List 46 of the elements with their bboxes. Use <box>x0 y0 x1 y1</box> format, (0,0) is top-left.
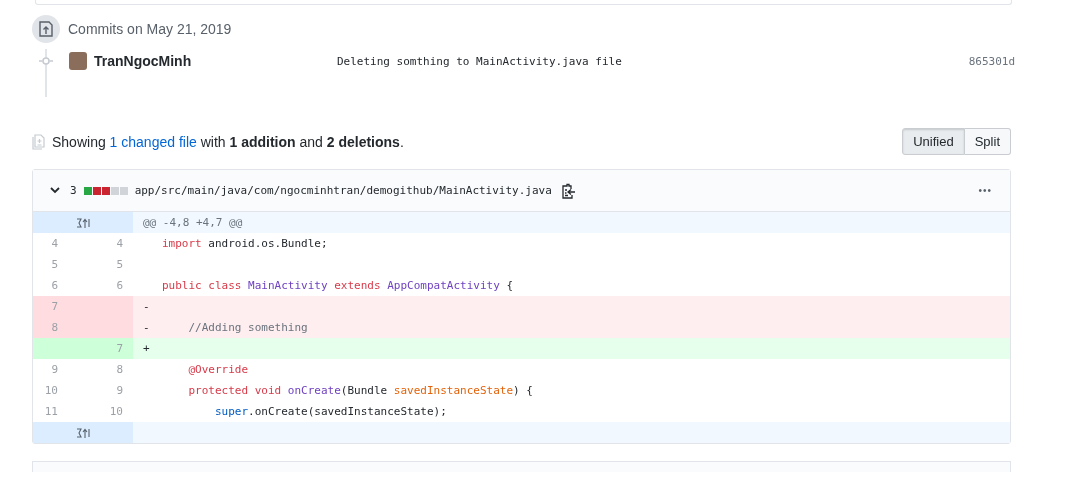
line-number: 10 <box>43 383 59 399</box>
code-line: public class MainActivity extends AppCompatActivity { <box>162 279 514 292</box>
expand-icon <box>76 216 90 229</box>
line-number: 11 <box>43 404 59 420</box>
line-number: 8 <box>33 317 83 338</box>
line-number: 10 <box>108 404 124 420</box>
line-number: 8 <box>115 362 124 378</box>
expand-icon <box>76 426 90 439</box>
commit-message[interactable]: Deleting somthing to MainActivity.java file <box>337 54 969 68</box>
chevron-icon[interactable] <box>50 187 60 194</box>
line-number: 4 <box>50 236 59 252</box>
code-line: //Adding something <box>187 321 308 334</box>
line-number <box>33 338 83 359</box>
author-link[interactable]: TranNgocMinh <box>94 53 337 69</box>
changed-files-link[interactable]: 1 changed file <box>109 133 197 150</box>
commit-node-icon <box>39 57 53 65</box>
change-count: 3 <box>70 184 77 197</box>
diff-marker: + <box>143 342 151 355</box>
diff-file-icon <box>32 133 45 150</box>
diff-marker: - <box>143 300 151 313</box>
commit-sha[interactable]: 865301d <box>968 54 1015 68</box>
line-number: 7 <box>33 296 83 317</box>
clipboard-icon[interactable] <box>561 182 576 199</box>
line-number: 6 <box>50 278 59 294</box>
line-number: 7 <box>83 338 133 359</box>
commit-group-title: Commits on May 21, 2019 <box>68 21 232 37</box>
more-menu-button[interactable]: ••• <box>978 185 992 196</box>
line-number: 9 <box>115 383 124 399</box>
code-line: import android.os.Bundle; <box>162 237 328 250</box>
line-number: 9 <box>50 362 59 378</box>
line-number: 6 <box>115 278 124 294</box>
code-line: super.onCreate(savedInstanceState); <box>213 405 447 418</box>
commit-group-icon <box>32 15 60 43</box>
avatar <box>69 52 87 70</box>
line-number: 4 <box>115 236 124 252</box>
view-mode-button[interactable]: Split <box>964 128 1011 155</box>
view-mode-button[interactable]: Unified <box>902 128 965 155</box>
diffstat-icon <box>83 186 128 195</box>
diff-summary: Showing 1 changed file with 1 addition and 2 deletions. <box>52 133 404 150</box>
line-number: 5 <box>115 257 124 273</box>
hunk-header: @@ -4,8 +4,7 @@ <box>133 212 1010 233</box>
code-line: @Override <box>187 363 249 376</box>
diff-marker: - <box>143 321 151 334</box>
line-number: 5 <box>50 257 59 273</box>
code-line: protected void onCreate(Bundle savedInstanceState) { <box>187 384 533 397</box>
file-path[interactable]: app/src/main/java/com/ngocminhtran/demogithub/MainActivity.java <box>134 184 552 197</box>
